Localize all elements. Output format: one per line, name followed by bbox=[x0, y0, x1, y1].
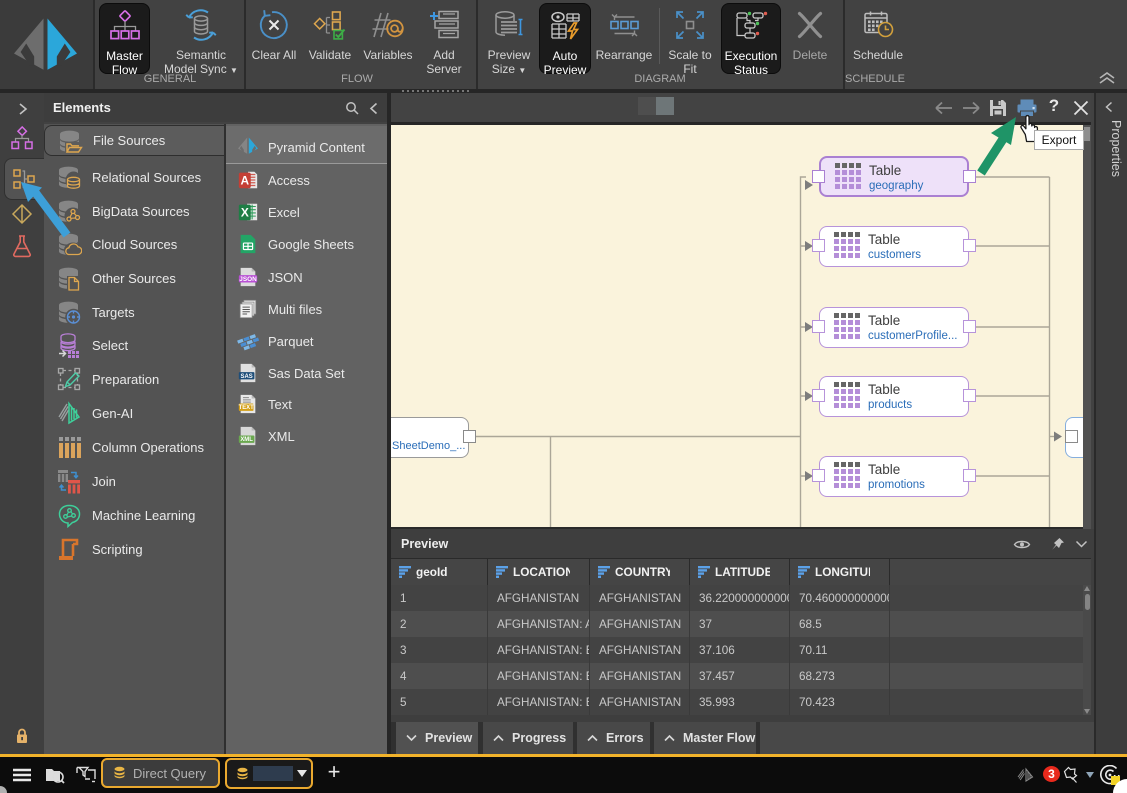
svg-text:JSON: JSON bbox=[239, 276, 257, 283]
svg-text:XML: XML bbox=[240, 437, 253, 443]
svg-text:A: A bbox=[240, 174, 249, 188]
svg-text:X: X bbox=[241, 206, 249, 220]
svg-text:SAS: SAS bbox=[241, 374, 253, 380]
svg-text:TEXT: TEXT bbox=[239, 405, 255, 411]
